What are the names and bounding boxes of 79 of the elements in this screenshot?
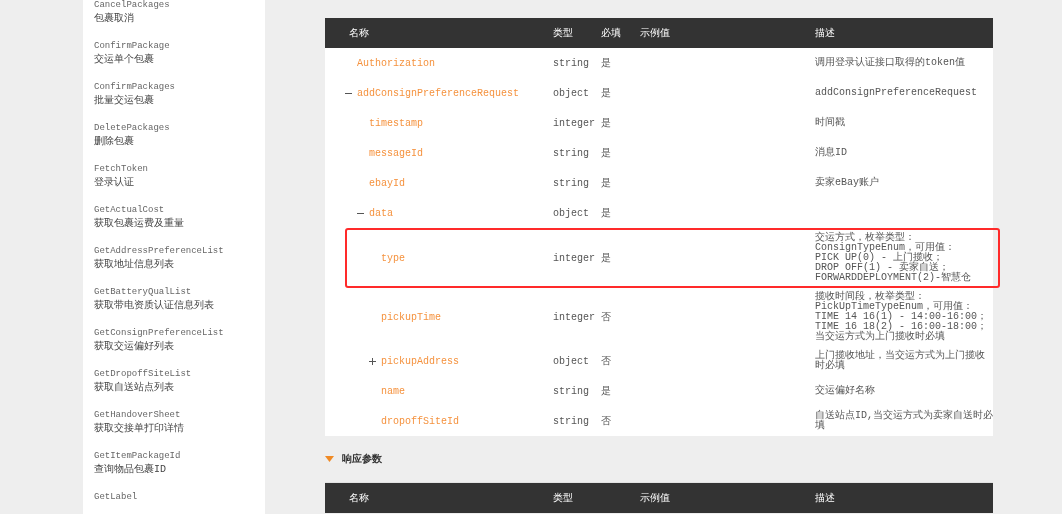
description-cell-text: 交运方式，枚举类型： ConsignTypeEnum，可用值： PICK UP(0) - 上门揽收； DROP OFF(1) - 卖家自送； FORWARDDEPLOYMENT(2)-智慧仓 xyxy=(815,230,973,285)
column-header: 名称 xyxy=(348,27,370,40)
api-link[interactable]: ConfirmPackage xyxy=(94,41,265,51)
type-cell-text: object xyxy=(553,355,590,367)
required-cell-text: 否 xyxy=(601,355,612,368)
parameter-name: pickupTime xyxy=(381,311,441,323)
parameter-name: type xyxy=(381,252,405,264)
type-cell-text: integer xyxy=(553,311,596,323)
type-cell-text: integer xyxy=(553,117,596,129)
required-cell-text: 是 xyxy=(601,57,612,70)
api-link[interactable]: ConfirmPackages xyxy=(94,82,265,92)
required-cell-text: 是 xyxy=(601,147,612,160)
api-description: 查询物品包裹ID xyxy=(94,464,167,476)
required-cell-text: 否 xyxy=(601,415,612,428)
required-cell-text: 否 xyxy=(601,311,612,324)
column-header: 示例值 xyxy=(640,27,671,40)
api-link[interactable]: CancelPackages xyxy=(94,0,265,10)
parameter-name: dropoffSiteId xyxy=(381,415,459,427)
description-cell-text: 时间戳 xyxy=(815,116,846,130)
api-link[interactable]: DeletePackages xyxy=(94,123,265,133)
parameter-name: addConsignPreferenceRequest xyxy=(357,87,520,99)
type-cell-text: string xyxy=(553,147,590,159)
parameter-name: messageId xyxy=(369,147,423,159)
api-description: 交运单个包裹 xyxy=(94,54,155,66)
description-cell-text: 自送站点ID,当交运方式为卖家自送时必填 xyxy=(815,408,993,433)
section-title: 响应参数 xyxy=(342,452,382,466)
parameter-name: pickupAddress xyxy=(381,355,459,367)
description-cell-text: 调用登录认证接口取得的token值 xyxy=(815,56,966,70)
type-cell-text: object xyxy=(553,207,590,219)
api-link[interactable]: GetItemPackageId xyxy=(94,451,265,461)
type-cell-text: string xyxy=(553,177,590,189)
column-header: 类型 xyxy=(553,492,574,505)
required-cell-text: 是 xyxy=(601,207,612,220)
column-header: 描述 xyxy=(815,27,836,40)
type-cell-text: string xyxy=(553,415,590,427)
required-cell-text: 是 xyxy=(601,385,612,398)
parameter-name: data xyxy=(369,207,393,219)
api-link[interactable]: GetDropoffSiteList xyxy=(94,369,265,379)
api-link[interactable]: GetConsignPreferenceList xyxy=(94,328,265,338)
description-cell-text: 揽收时间段，枚举类型： PickUpTimeTypeEnum，可用值： TIME 14 16(1) - 14:00-16:00； TIME 16 18(2) - 16:00-18:00；当交运方式为上门揽收时必填 xyxy=(815,289,989,344)
api-description: 获取包裹运费及重量 xyxy=(94,218,185,230)
description-cell-text: addConsignPreferenceRequest xyxy=(815,86,979,100)
description-cell-text: 消息ID xyxy=(815,146,848,160)
description-cell-text: 上门揽收地址，当交运方式为上门揽收时必填 xyxy=(815,348,986,373)
parameter-name: name xyxy=(381,385,405,397)
parameter-name: ebayId xyxy=(369,177,405,189)
parameter-name: timestamp xyxy=(369,117,423,129)
api-link[interactable]: GetBatteryQualList xyxy=(94,287,265,297)
column-header: 必填 xyxy=(601,27,622,40)
type-cell-text: string xyxy=(553,385,590,397)
api-description: 获取地址信息列表 xyxy=(94,259,175,271)
api-link[interactable]: GetAddressPreferenceList xyxy=(94,246,265,256)
required-cell-text: 是 xyxy=(601,177,612,190)
description-cell-text: 卖家eBay账户 xyxy=(815,175,880,190)
column-header: 描述 xyxy=(815,492,836,505)
api-description: 获取带电资质认证信息列表 xyxy=(94,300,215,312)
api-description: 登录认证 xyxy=(94,177,135,189)
required-cell-text: 是 xyxy=(601,87,612,100)
type-cell-text: integer xyxy=(553,252,596,264)
api-description: 获取交运偏好列表 xyxy=(94,341,175,353)
api-link[interactable]: GetHandoverSheet xyxy=(94,410,265,420)
api-description: 包裹取消 xyxy=(94,13,135,25)
required-cell-text: 是 xyxy=(601,117,612,130)
api-link[interactable]: FetchToken xyxy=(94,164,265,174)
required-cell-text: 是 xyxy=(601,252,612,265)
api-link[interactable]: GetActualCost xyxy=(94,205,265,215)
column-header: 示例值 xyxy=(640,492,671,505)
description-cell-text: 交运偏好名称 xyxy=(815,383,876,398)
api-link[interactable]: GetLabel xyxy=(94,492,265,502)
type-cell-text: object xyxy=(553,87,590,99)
expand-toggle[interactable] xyxy=(369,357,376,365)
column-header: 名称 xyxy=(348,492,370,505)
parameter-name: Authorization xyxy=(357,57,435,69)
column-header: 类型 xyxy=(553,27,574,40)
api-description: 删除包裹 xyxy=(94,136,135,148)
type-cell-text: string xyxy=(553,57,590,69)
api-description: 获取交接单打印详情 xyxy=(94,423,185,435)
api-description: 批量交运包裹 xyxy=(94,95,155,107)
api-description: 获取自送站点列表 xyxy=(94,382,175,394)
